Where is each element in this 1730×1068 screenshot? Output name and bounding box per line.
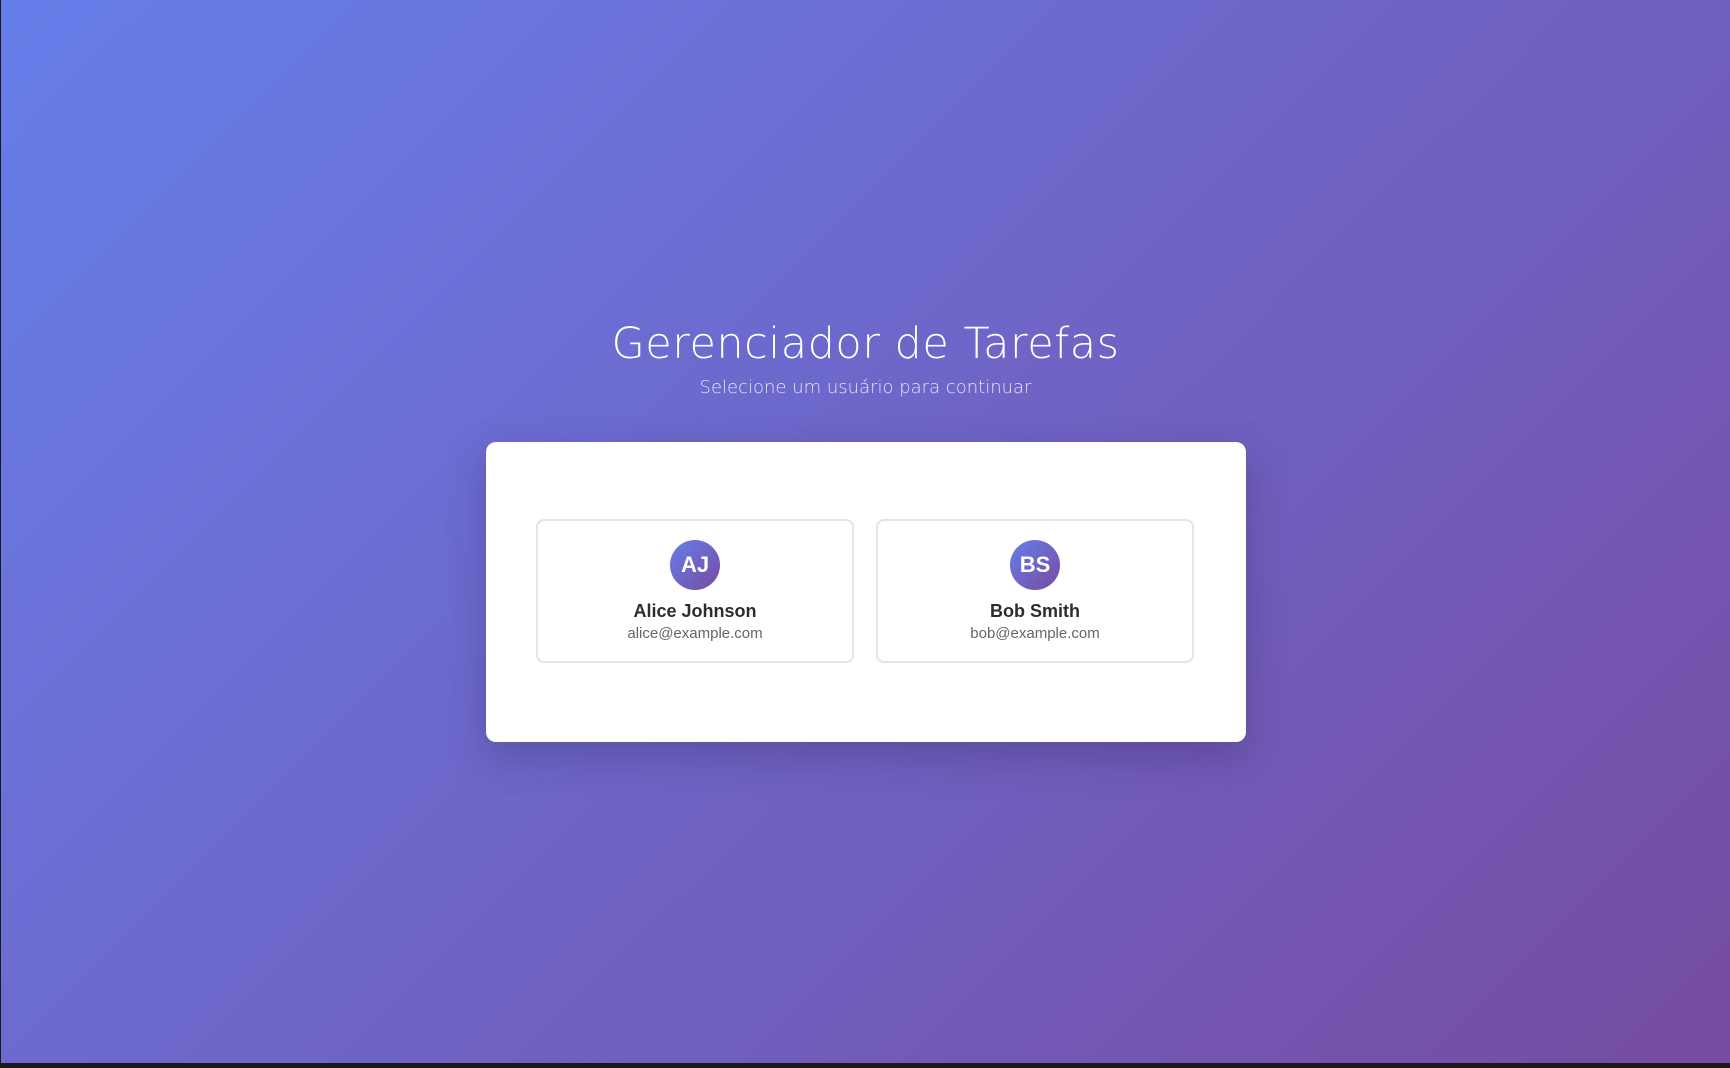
page-title: Gerenciador de Tarefas bbox=[611, 319, 1120, 369]
user-card-alice-johnson[interactable]: AJ Alice Johnson alice@example.com bbox=[536, 519, 854, 663]
user-card-bob-smith[interactable]: BS Bob Smith bob@example.com bbox=[876, 519, 1194, 663]
user-email: bob@example.com bbox=[970, 625, 1100, 642]
avatar: AJ bbox=[670, 540, 720, 590]
user-selection-panel: AJ Alice Johnson alice@example.com BS Bo… bbox=[486, 442, 1246, 742]
app-background: Gerenciador de Tarefas Selecione um usuá… bbox=[1, 0, 1730, 1063]
user-name: Bob Smith bbox=[990, 601, 1080, 621]
avatar: BS bbox=[1010, 540, 1060, 590]
page-subtitle: Selecione um usuário para continuar bbox=[699, 377, 1032, 398]
user-name: Alice Johnson bbox=[633, 601, 757, 621]
user-email: alice@example.com bbox=[627, 625, 763, 642]
page-header: Gerenciador de Tarefas Selecione um usuá… bbox=[1, 318, 1730, 399]
